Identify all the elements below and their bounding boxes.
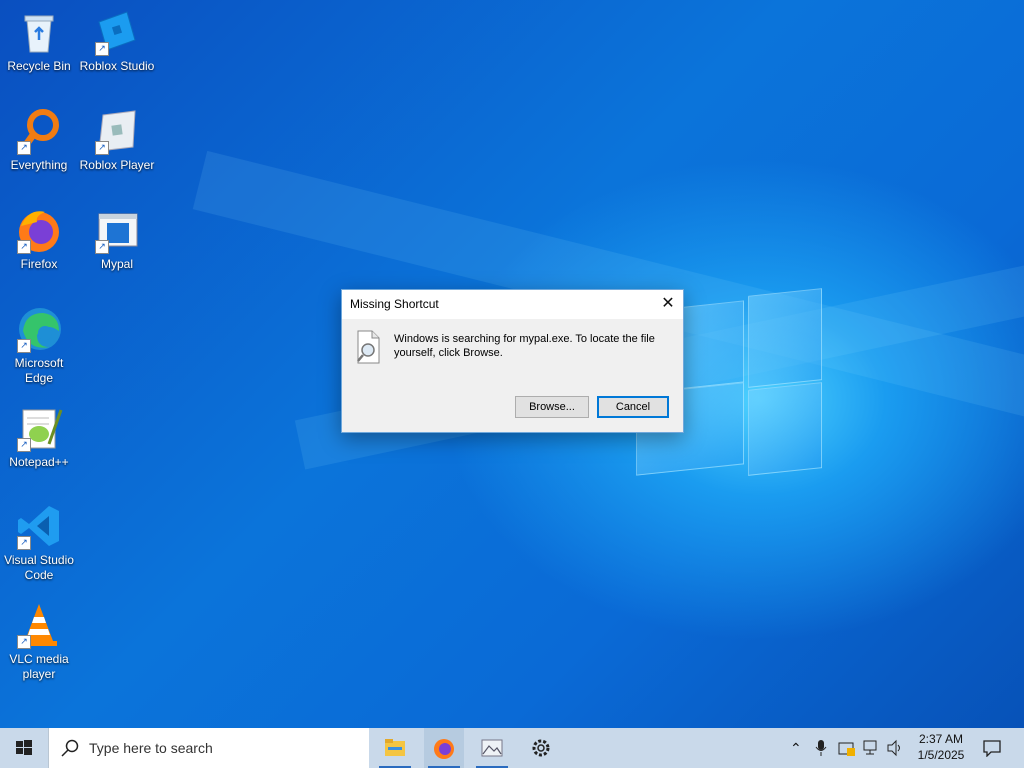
clock-time: 2:37 AM — [918, 732, 964, 746]
desktop-icon-label: Visual Studio Code — [4, 553, 74, 582]
desktop-icon-label: Firefox — [20, 257, 58, 271]
roblox-player-icon: ↗ — [93, 107, 141, 155]
desktop-icon-recycle-bin[interactable]: Recycle Bin — [1, 8, 77, 74]
browse-button[interactable]: Browse... — [515, 396, 589, 418]
volume-icon[interactable] — [886, 739, 904, 768]
shortcut-arrow-icon: ↗ — [95, 240, 109, 254]
shortcut-arrow-icon: ↗ — [95, 42, 109, 56]
search-icon — [61, 739, 79, 757]
shortcut-arrow-icon: ↗ — [17, 240, 31, 254]
desktop-icon-notepadpp[interactable]: ↗ Notepad++ — [1, 404, 77, 470]
cancel-button[interactable]: Cancel — [597, 396, 669, 418]
photos-icon — [481, 739, 503, 757]
close-icon[interactable]: ✕ — [653, 290, 683, 319]
vscode-icon: ↗ — [15, 502, 63, 550]
desktop-icon-label: Mypal — [100, 257, 133, 271]
firefox-icon — [434, 739, 454, 759]
desktop-icon-label: VLC media player — [9, 652, 69, 681]
edge-icon: ↗ — [15, 305, 63, 353]
notepadpp-icon: ↗ — [15, 404, 63, 452]
desktop-icon-label: Roblox Studio — [79, 59, 155, 73]
desktop-icon-label: Microsoft Edge — [14, 356, 64, 385]
shortcut-arrow-icon: ↗ — [17, 536, 31, 550]
shortcut-arrow-icon: ↗ — [17, 141, 31, 155]
taskbar-firefox[interactable] — [424, 728, 464, 768]
desktop-icon-firefox[interactable]: ↗ Firefox — [1, 206, 77, 272]
microphone-icon[interactable] — [814, 739, 828, 768]
windows-start-icon — [16, 740, 32, 755]
desktop-icon-label: Notepad++ — [9, 455, 69, 469]
shortcut-arrow-icon: ↗ — [17, 635, 31, 649]
network-icon[interactable] — [862, 739, 880, 768]
tray-chevron-icon[interactable]: ⌃ — [790, 740, 802, 768]
shortcut-arrow-icon: ↗ — [17, 339, 31, 353]
desktop-icon-edge[interactable]: ↗ Microsoft Edge — [1, 305, 77, 386]
desktop-icon-mypal[interactable]: ↗ Mypal — [79, 206, 155, 272]
desktop-icon-label: Roblox Player — [79, 158, 155, 172]
settings-icon — [532, 739, 550, 757]
desktop-icon-roblox-studio[interactable]: ↗ Roblox Studio — [79, 8, 155, 74]
dialog-body: Windows is searching for mypal.exe. To l… — [342, 319, 683, 432]
recycle-bin-icon — [15, 8, 63, 56]
desktop-icon-everything[interactable]: ↗ Everything — [1, 107, 77, 173]
shortcut-arrow-icon: ↗ — [17, 438, 31, 452]
taskbar-clock[interactable]: 2:37 AM 1/5/2025 — [906, 731, 976, 763]
taskbar-photos[interactable] — [472, 728, 512, 768]
taskbar: Type here to search ⌃ 2:37 AM 1/5/2025 — [0, 728, 1024, 768]
desktop-icon-label: Recycle Bin — [7, 59, 71, 73]
everything-icon: ↗ — [15, 107, 63, 155]
notifications-icon[interactable] — [982, 739, 1002, 768]
missing-shortcut-dialog: Missing Shortcut ✕ Windows is searching … — [341, 289, 684, 433]
search-file-icon — [354, 330, 382, 364]
desktop-icon-roblox-player[interactable]: ↗ Roblox Player — [79, 107, 155, 173]
taskbar-settings[interactable] — [521, 728, 561, 768]
shortcut-arrow-icon: ↗ — [95, 141, 109, 155]
firefox-icon: ↗ — [15, 206, 63, 254]
start-button[interactable] — [0, 728, 48, 768]
taskbar-file-explorer[interactable] — [375, 728, 415, 768]
dialog-message: Windows is searching for mypal.exe. To l… — [394, 333, 655, 359]
mypal-icon: ↗ — [93, 206, 141, 254]
update-icon[interactable] — [838, 739, 856, 768]
desktop: Recycle Bin ↗ Roblox Studio ↗ Everything… — [0, 0, 1024, 728]
desktop-icon-label: Everything — [10, 158, 68, 172]
desktop-icon-vlc[interactable]: ↗ VLC media player — [1, 601, 77, 682]
roblox-studio-icon: ↗ — [93, 8, 141, 56]
clock-date: 1/5/2025 — [917, 748, 965, 762]
search-box[interactable]: Type here to search — [48, 728, 369, 768]
dialog-title-bar[interactable]: Missing Shortcut ✕ — [342, 290, 683, 319]
dialog-title: Missing Shortcut — [350, 297, 439, 311]
vlc-icon: ↗ — [15, 601, 63, 649]
desktop-icon-vscode[interactable]: ↗ Visual Studio Code — [1, 502, 77, 583]
file-explorer-icon — [385, 739, 405, 756]
search-placeholder: Type here to search — [89, 740, 213, 756]
